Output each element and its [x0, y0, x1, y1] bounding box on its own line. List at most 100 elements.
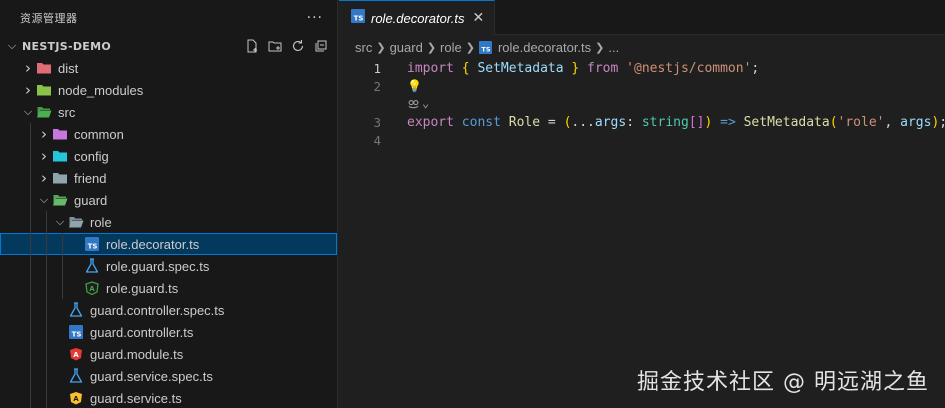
more-actions-icon[interactable]: ···: [307, 10, 323, 26]
indent-guide: [62, 255, 63, 277]
tree-file[interactable]: TS guard.controller.ts: [0, 321, 337, 343]
token-paren: (: [829, 114, 838, 130]
code-editor[interactable]: 1 import { SetMetadata } from '@nestjs/c…: [339, 59, 945, 149]
test-flask-icon: [68, 302, 84, 318]
chevron-down-icon: ⌵: [7, 39, 17, 52]
project-root[interactable]: ⌵ NESTJS-DEMO: [0, 35, 337, 57]
token-brace: }: [571, 60, 580, 76]
folder-icon: [52, 170, 68, 186]
collapse-all-icon[interactable]: [311, 38, 331, 54]
folder-icon: [36, 82, 52, 98]
tree-file[interactable]: Aguard.module.ts: [0, 343, 337, 365]
token-identifier: Role: [508, 114, 541, 130]
chevron-right-icon: ❯: [465, 41, 475, 54]
lightbulb-icon[interactable]: 💡: [407, 79, 422, 93]
svg-text:TS: TS: [72, 331, 82, 339]
token-comma: ,: [884, 114, 893, 130]
tree-folder[interactable]: ⌵ src: [0, 101, 337, 123]
folder-icon: [52, 148, 68, 164]
refresh-icon[interactable]: [288, 38, 308, 54]
token-param: args: [900, 114, 932, 130]
indent-guide: [46, 343, 47, 365]
tree-file[interactable]: Arole.guard.ts: [0, 277, 337, 299]
token-string: 'role': [837, 114, 885, 130]
tab-role-decorator[interactable]: TS role.decorator.ts ✕: [339, 0, 496, 35]
tree-folder[interactable]: ⌵ guard: [0, 189, 337, 211]
breadcrumb-symbols[interactable]: ...: [608, 40, 619, 55]
tree-item-label: guard.service.spec.ts: [90, 368, 213, 384]
code-lens[interactable]: ⌄: [407, 96, 429, 110]
breadcrumb-role[interactable]: role: [440, 40, 462, 55]
chevron-down-icon: ⌵: [23, 105, 33, 118]
chevron-right-icon: ›: [41, 147, 47, 165]
chevron-right-icon: ❯: [376, 41, 386, 54]
tree-item-label: role: [90, 214, 112, 230]
tree-folder[interactable]: › friend: [0, 167, 337, 189]
indent-guide: [30, 189, 31, 211]
line-number: 1: [373, 60, 381, 76]
line-number: 3: [373, 114, 381, 130]
token-brace: {: [461, 60, 470, 76]
tree-file[interactable]: role.guard.spec.ts: [0, 255, 337, 277]
tree-item-label: dist: [58, 60, 79, 76]
explorer-title: 资源管理器: [20, 11, 78, 25]
token-paren: ): [704, 114, 713, 130]
tree-folder[interactable]: ⌵ role: [0, 211, 337, 233]
indent-guide: [46, 299, 47, 321]
code-line-1: 1 import { SetMetadata } from '@nestjs/c…: [339, 59, 945, 77]
project-name: NESTJS-DEMO: [22, 39, 111, 53]
tree-item-label: friend: [74, 170, 107, 186]
nestjs-guard-icon: A: [84, 280, 100, 296]
tree-file[interactable]: guard.service.spec.ts: [0, 365, 337, 387]
svg-text:TS: TS: [354, 15, 364, 23]
breadcrumb-file[interactable]: role.decorator.ts: [498, 40, 591, 55]
indent-guide: [30, 211, 31, 233]
svg-text:TS: TS: [481, 45, 490, 53]
folder-icon: [52, 126, 68, 142]
tree-file[interactable]: TS role.decorator.ts: [0, 233, 337, 255]
new-file-icon[interactable]: [242, 38, 262, 54]
tree-file[interactable]: Aguard.service.ts: [0, 387, 337, 408]
indent-guide: [30, 343, 31, 365]
tree-folder[interactable]: › node_modules: [0, 79, 337, 101]
chevron-down-icon: ⌄: [422, 96, 430, 110]
indent-guide: [30, 365, 31, 387]
tree-folder[interactable]: › dist: [0, 57, 337, 79]
tree-item-label: config: [74, 148, 109, 164]
token-spread: ...: [571, 114, 595, 130]
code-line-2: 2 💡: [339, 77, 945, 95]
indent-guide: [46, 255, 47, 277]
tree-folder[interactable]: › common: [0, 123, 337, 145]
indent-guide: [30, 145, 31, 167]
token-export: export: [407, 114, 454, 130]
typescript-file-icon: TS: [68, 324, 84, 340]
code-line-3: 3 export const Role = (...args: string[]…: [339, 113, 945, 131]
tree-item-label: guard: [74, 192, 108, 208]
editor-area: TS role.decorator.ts ✕ src ❯ guard ❯ rol…: [339, 0, 945, 408]
indent-guide: [46, 277, 47, 299]
indent-guide: [46, 211, 47, 233]
code-lens-row: ⌄: [339, 95, 945, 111]
indent-guide: [30, 299, 31, 321]
chevron-right-icon: ›: [41, 169, 47, 187]
explorer-sidebar: 资源管理器 ··· ⌵ NESTJS-DEMO › dist › node_modul…: [0, 0, 338, 408]
svg-text:A: A: [73, 395, 79, 403]
new-folder-icon[interactable]: [265, 38, 285, 54]
tree-file[interactable]: guard.controller.spec.ts: [0, 299, 337, 321]
chevron-right-icon: ❯: [426, 41, 437, 54]
token-const: const: [461, 114, 501, 130]
breadcrumb-guard[interactable]: guard: [390, 40, 423, 55]
test-flask-icon: [68, 368, 84, 384]
breadcrumb-src[interactable]: src: [355, 40, 372, 55]
indent-guide: [46, 233, 47, 255]
tree-folder[interactable]: › config: [0, 145, 337, 167]
token-identifier: SetMetadata: [477, 60, 564, 76]
test-flask-icon: [84, 258, 100, 274]
folder-open-icon: [36, 104, 52, 120]
token-equals: =: [547, 114, 556, 130]
chevron-right-icon: ›: [25, 81, 31, 99]
nestjs-service-icon: A: [68, 390, 84, 406]
token-param: args: [594, 114, 627, 130]
close-icon[interactable]: ✕: [472, 10, 484, 26]
line-number: 4: [373, 132, 381, 148]
